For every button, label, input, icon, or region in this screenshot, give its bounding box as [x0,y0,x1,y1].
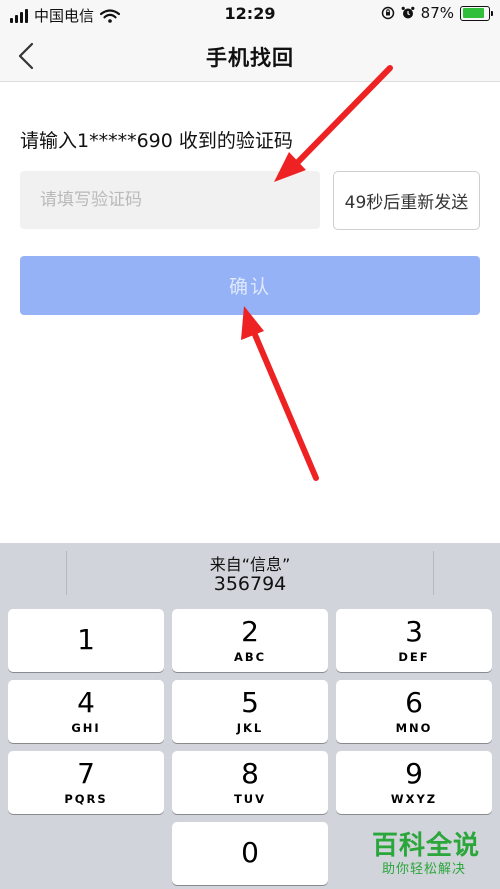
watermark-subtitle: 助你轻松解决 [382,862,467,877]
key-digit: 2 [241,615,259,648]
key-5[interactable]: 5 JKL [172,680,328,743]
key-digit: 1 [77,623,95,656]
key-2[interactable]: 2 ABC [172,609,328,672]
status-bar: 中国电信 12:29 87% [0,0,500,30]
key-digit: 0 [241,836,259,869]
key-digit: 5 [241,686,259,719]
key-digit: 8 [241,757,259,790]
suggestion-source: 来自“信息” [209,555,291,574]
verification-prompt: 请输入1*****690 收到的验证码 [20,130,293,152]
key-8[interactable]: 8 TUV [172,751,328,814]
alarm-icon [401,6,415,19]
key-6[interactable]: 6 MNO [336,680,492,743]
key-letters: WXYZ [390,792,438,806]
key-digit: 7 [77,757,95,790]
confirm-button[interactable]: 确认 [20,256,480,315]
arrow-to-prompt [274,65,393,182]
key-letters: MNO [395,721,433,735]
verification-code-input[interactable] [20,171,320,229]
key-7[interactable]: 7 PQRS [8,751,164,814]
key-letters: ABC [233,650,267,664]
key-letters: PQRS [64,792,108,806]
key-digit: 4 [77,686,95,719]
key-letters: JKL [236,721,264,735]
key-digit: 6 [405,686,423,719]
key-digit: 9 [405,757,423,790]
watermark-title: 百科全说 [372,831,481,861]
page-title: 手机找回 [206,46,294,70]
battery-icon [460,5,493,21]
battery-percent: 87% [420,4,454,22]
key-9[interactable]: 9 WXYZ [336,751,492,814]
key-0[interactable]: 0 [172,822,328,885]
keyboard-suggestion-bar[interactable]: 来自“信息” 356794 [0,543,500,601]
suggested-code[interactable]: 356794 [0,573,500,595]
battery-level [462,8,485,18]
arrow-to-confirm [241,306,319,481]
orientation-lock-icon [381,6,394,20]
watermark-logo: 百科全说 助你轻松解决 [366,821,492,885]
key-letters: DEF [398,650,430,664]
resend-code-button[interactable]: 49秒后重新发送 [333,171,480,230]
key-letters: TUV [233,792,267,806]
key-letters: GHI [71,721,101,735]
key-1[interactable]: 1 [8,609,164,672]
navigation-bar: 手机找回 [0,30,500,82]
status-bar-right: 87% [381,4,493,22]
key-digit: 3 [405,615,423,648]
key-3[interactable]: 3 DEF [336,609,492,672]
key-4[interactable]: 4 GHI [8,680,164,743]
